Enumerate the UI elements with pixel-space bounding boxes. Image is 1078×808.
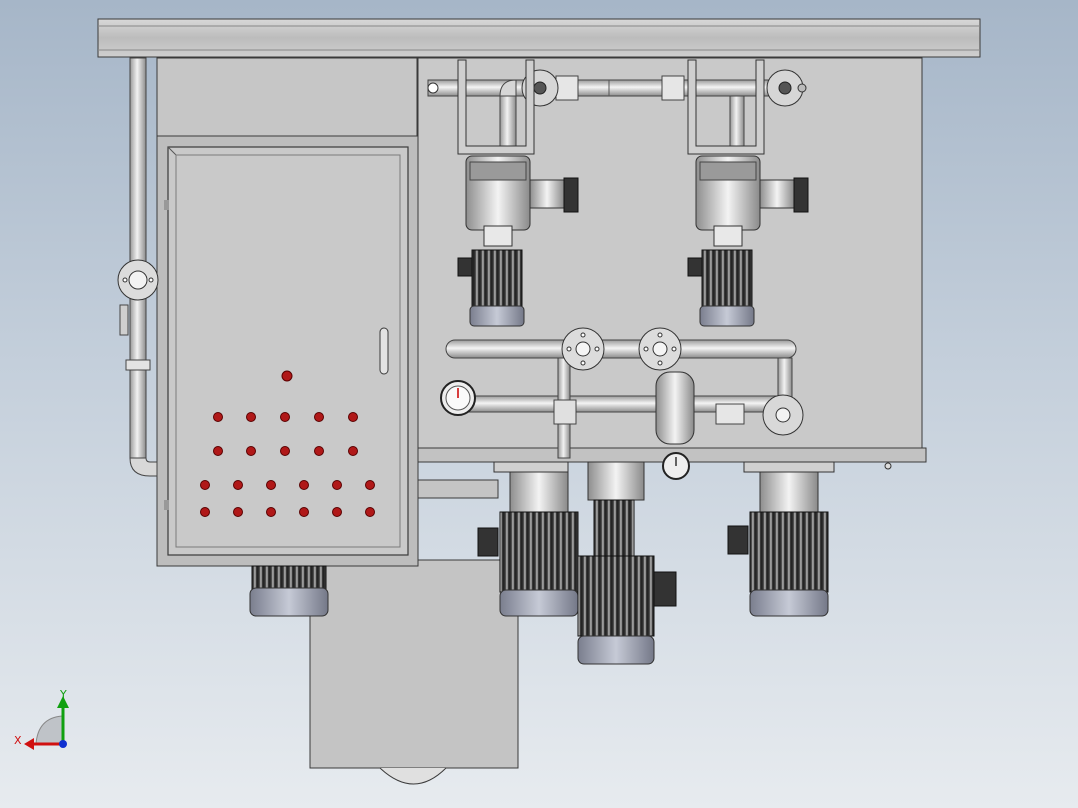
indicator-light	[314, 412, 324, 422]
indicator-light	[332, 507, 342, 517]
door-hinge-upper	[164, 200, 169, 210]
indicator-light	[281, 370, 293, 382]
indicator-light	[213, 446, 223, 456]
indicator-light	[246, 446, 256, 456]
indicator-light	[266, 480, 276, 490]
door-hinge-lower	[164, 500, 169, 510]
indicator-light	[266, 507, 276, 517]
pressure-gauge-left	[440, 380, 476, 416]
indicator-light	[299, 507, 309, 517]
indicator-light	[332, 480, 342, 490]
indicator-light	[233, 480, 243, 490]
cad-model-drawing: Y X	[14, 18, 981, 785]
top-mounting-rail	[97, 18, 981, 58]
indicator-light	[233, 507, 243, 517]
motor-panel-bottom	[249, 565, 329, 617]
indicator-light	[314, 446, 324, 456]
indicator-light	[200, 507, 210, 517]
indicator-light	[246, 412, 256, 422]
indicator-light	[365, 507, 375, 517]
indicator-light	[200, 480, 210, 490]
triad-x-label: X	[14, 734, 22, 747]
left-side-pipe	[117, 57, 159, 477]
triad-z-axis	[59, 740, 67, 748]
triad-x-arrow	[24, 738, 34, 750]
flange-side-left	[117, 259, 159, 301]
axis-triad: Y X	[14, 688, 69, 750]
flange-mid-right	[638, 327, 682, 371]
cad-viewport[interactable]: Y X	[0, 0, 1078, 808]
indicator-light	[348, 446, 358, 456]
indicator-light	[348, 412, 358, 422]
cabinet-door-handle[interactable]	[379, 327, 389, 375]
motor-center-vertical	[577, 555, 677, 665]
flange-lower-right	[762, 394, 804, 436]
triad-y-label: Y	[59, 688, 67, 701]
indicator-light	[280, 446, 290, 456]
control-cabinet	[156, 57, 419, 567]
indicator-light	[365, 480, 375, 490]
indicator-light	[213, 412, 223, 422]
pressure-gauge-bottom	[662, 452, 690, 480]
motor-right	[727, 511, 829, 617]
flange-mid-left	[561, 327, 605, 371]
accumulator-tank	[655, 371, 695, 445]
indicator-light	[280, 412, 290, 422]
indicator-light	[299, 480, 309, 490]
